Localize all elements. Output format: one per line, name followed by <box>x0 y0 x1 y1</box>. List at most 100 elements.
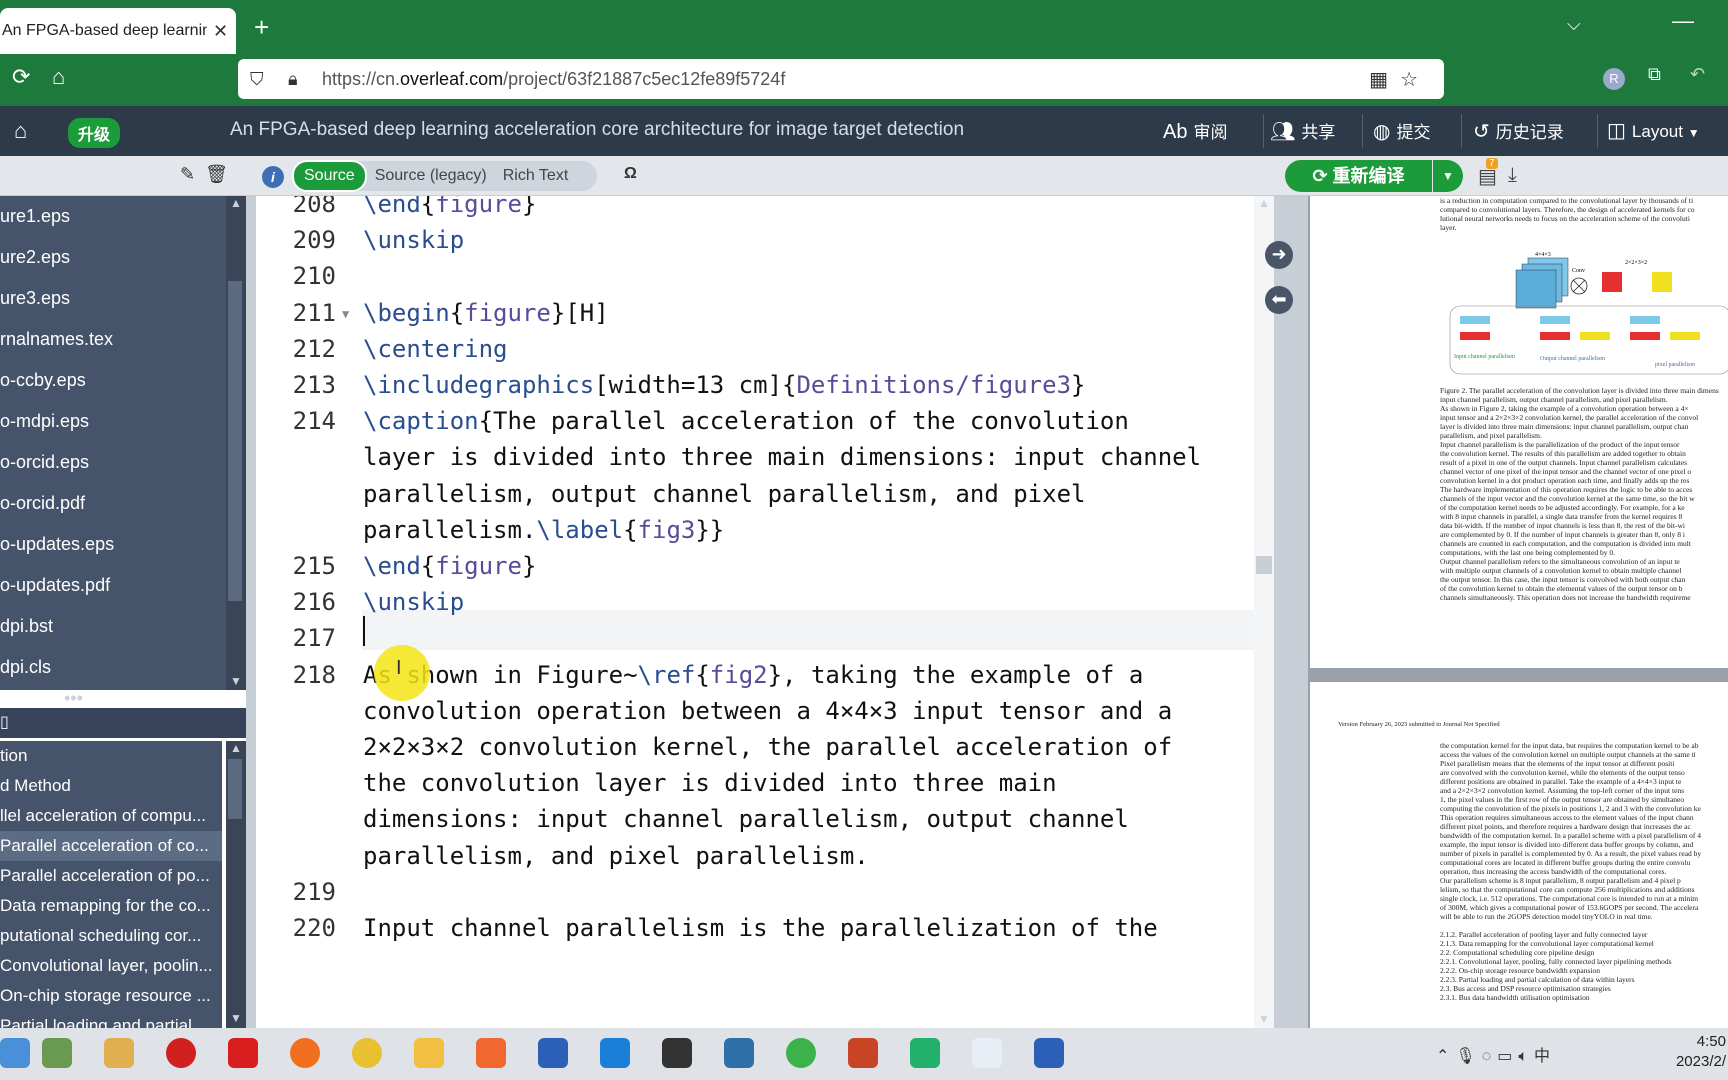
fold-toggle-icon[interactable]: ▼ <box>342 307 349 321</box>
file-item[interactable]: o-orcid.pdf <box>0 483 230 524</box>
system-tray[interactable]: ⌃🎙︎◌▭🔈︎中 <box>1436 1042 1556 1066</box>
mic-icon[interactable]: 🎙︎ <box>1455 1048 1481 1065</box>
code-line[interactable]: As shown in Figure~\ref{fig2}, taking th… <box>363 661 1143 689</box>
visio-icon[interactable] <box>1034 1038 1064 1068</box>
code-line[interactable]: parallelism, output channel parallelism,… <box>363 480 1085 508</box>
app-icon[interactable] <box>662 1038 692 1068</box>
review-button[interactable]: Ab 审阅 <box>1163 118 1227 144</box>
code-line[interactable]: Input channel parallelism is the paralle… <box>363 914 1158 942</box>
layout-button[interactable]: ◫ Layout ▼ <box>1607 118 1700 143</box>
upgrade-button[interactable]: 升级 <box>68 118 121 148</box>
app-icon[interactable] <box>0 1038 30 1068</box>
code-line[interactable]: \caption{The parallel acceleration of th… <box>363 407 1129 435</box>
ime-indicator[interactable]: 中 <box>1534 1048 1556 1065</box>
battery-icon[interactable]: ▭ <box>1497 1048 1518 1065</box>
app-icon[interactable] <box>724 1038 754 1068</box>
file-item[interactable]: dpi.bst <box>0 606 230 647</box>
code-line[interactable]: \begin{figure}[H] <box>363 299 609 327</box>
chevron-down-icon[interactable]: ▼ <box>230 1011 242 1025</box>
outline-header[interactable]: ▯ <box>0 708 246 738</box>
app-icon[interactable] <box>476 1038 506 1068</box>
code-editor[interactable]: 208 209 210 211 ▼ 212 213 214 215 216 217 218 219 220… <box>256 196 1254 1028</box>
wechat-icon[interactable] <box>786 1038 816 1068</box>
outline-scrollbar[interactable]: ▲ ▼ <box>226 741 246 1028</box>
close-icon[interactable]: ✕ <box>213 21 228 42</box>
code-line[interactable]: parallelism.\label{fig3}} <box>363 516 724 544</box>
code-line[interactable]: \unskip <box>363 226 464 254</box>
chevron-up-icon[interactable]: ⌃ <box>1436 1048 1455 1065</box>
powerpoint-icon[interactable] <box>848 1038 878 1068</box>
home-icon[interactable]: ⌂ <box>14 118 27 144</box>
app-icon[interactable] <box>228 1038 258 1068</box>
avatar[interactable]: R <box>1603 68 1625 90</box>
recompile-button[interactable]: ⟳ 重新编译 <box>1285 160 1432 192</box>
scrollbar-thumb[interactable] <box>1256 556 1272 574</box>
code-line[interactable]: dimensions: input channel parallelism, o… <box>363 805 1129 833</box>
pdf-preview[interactable]: is a reduction in computation compared t… <box>1308 196 1728 1028</box>
word-icon[interactable] <box>538 1038 568 1068</box>
mode-source-legacy[interactable]: Source (legacy) <box>367 167 495 185</box>
clock[interactable]: 4:50 2023/2/ <box>1652 1032 1726 1072</box>
outline-item[interactable]: tion <box>0 741 222 771</box>
sync-to-pdf-arrow-icon[interactable]: ➜ <box>1265 241 1293 269</box>
code-line[interactable]: parallelism, and pixel parallelism. <box>363 842 869 870</box>
submit-button[interactable]: ◍ 提交 <box>1373 118 1430 144</box>
app-icon[interactable] <box>910 1038 940 1068</box>
trash-icon[interactable]: 🗑︎ <box>205 164 238 184</box>
file-tree-scrollbar[interactable]: ▲ ▼ <box>226 196 246 690</box>
file-item[interactable]: ure1.eps <box>0 196 230 237</box>
mode-source[interactable]: Source <box>292 160 367 192</box>
code-line[interactable]: layer is divided into three main dimensi… <box>363 443 1201 471</box>
code-line[interactable]: \includegraphics[width=13 cm]{Definition… <box>363 371 1085 399</box>
bookmark-star-icon[interactable]: ▦☆ <box>1369 67 1430 92</box>
network-icon[interactable]: ◌ <box>1482 1048 1498 1065</box>
file-item[interactable]: o-ccby.eps <box>0 360 230 401</box>
chevron-down-icon[interactable]: ⌵ <box>1567 14 1581 35</box>
file-item[interactable]: o-updates.eps <box>0 524 230 565</box>
outline-item[interactable]: putational scheduling cor... <box>0 921 222 951</box>
code-line[interactable]: convolution operation between a 4×4×3 in… <box>363 697 1172 725</box>
outline-item[interactable]: d Method <box>0 771 222 801</box>
recompile-options-dropdown[interactable]: ▼ <box>1433 160 1463 192</box>
chrome-icon[interactable] <box>352 1038 382 1068</box>
editor-scrollbar[interactable]: ▲ ▼ <box>1254 196 1274 1028</box>
chevron-up-icon[interactable]: ▲ <box>230 741 242 755</box>
back-icon[interactable]: ↶ <box>1690 64 1705 85</box>
history-button[interactable]: ↺ 历史记录 <box>1473 118 1564 144</box>
chevron-up-icon[interactable]: ▲ <box>1258 196 1270 210</box>
rename-icon[interactable]: ✎ <box>180 164 205 184</box>
file-item[interactable]: dpi.cls <box>0 647 230 688</box>
volume-icon[interactable]: 🔈︎ <box>1518 1048 1534 1065</box>
folder-icon[interactable] <box>414 1038 444 1068</box>
symbol-palette-button[interactable]: Ω <box>624 165 637 183</box>
app-icon[interactable] <box>972 1038 1002 1068</box>
panel-divider[interactable] <box>246 196 256 1028</box>
outline-item[interactable]: llel acceleration of compu... <box>0 801 222 831</box>
resize-handle[interactable]: ••• <box>64 688 83 709</box>
app-icon[interactable] <box>600 1038 630 1068</box>
code-line[interactable]: \centering <box>363 335 508 363</box>
scrollbar-thumb[interactable] <box>228 759 242 819</box>
outline-item[interactable]: Data remapping for the co... <box>0 891 222 921</box>
download-icon[interactable]: ⤓ <box>1508 164 1517 187</box>
outline-item-selected[interactable]: Parallel acceleration of co... <box>0 831 222 861</box>
sync-to-code-arrow-icon[interactable]: ⬅ <box>1265 286 1293 314</box>
outline-item[interactable]: Partial loading and partial... <box>0 1011 222 1028</box>
code-line[interactable]: \end{figure} <box>363 196 536 218</box>
home-icon[interactable]: ⌂ <box>52 64 65 90</box>
code-line[interactable]: \end{figure} <box>363 552 536 580</box>
outline-item[interactable]: Parallel acceleration of po... <box>0 861 222 891</box>
file-item[interactable]: o-updates.pdf <box>0 565 230 606</box>
new-tab-icon[interactable]: + <box>254 12 269 43</box>
app-icon[interactable] <box>104 1038 134 1068</box>
mode-rich-text[interactable]: Rich Text <box>495 167 577 185</box>
scrollbar-thumb[interactable] <box>228 281 242 601</box>
address-bar[interactable]: ⛉ 🔒︎ https://cn.overleaf.com/project/63f… <box>238 59 1444 99</box>
panel-divider[interactable] <box>1274 196 1308 1028</box>
minimize-icon[interactable]: — <box>1672 8 1694 34</box>
code-line[interactable]: 2×2×3×2 convolution kernel, the parallel… <box>363 733 1172 761</box>
extension-icon[interactable]: ⧉ <box>1648 64 1661 85</box>
file-item[interactable]: ure2.eps <box>0 237 230 278</box>
app-icon[interactable] <box>42 1038 72 1068</box>
project-title[interactable]: An FPGA-based deep learning acceleration… <box>230 119 964 141</box>
